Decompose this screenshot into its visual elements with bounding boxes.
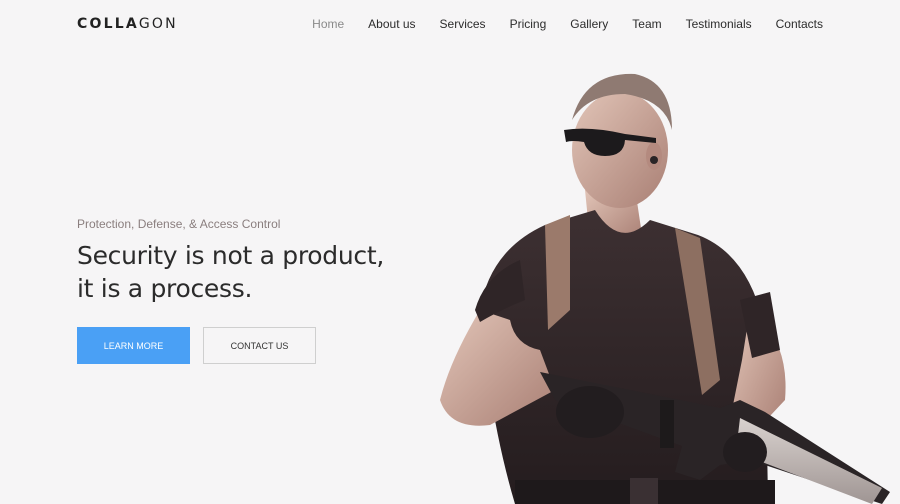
top-navigation: COLLAGON Home About us Services Pricing … xyxy=(0,0,900,48)
contact-us-button[interactable]: CONTACT US xyxy=(203,327,316,364)
logo-text-thin: GON xyxy=(138,16,178,32)
nav-item-home[interactable]: Home xyxy=(312,17,344,31)
nav-item-team[interactable]: Team xyxy=(632,17,661,31)
nav-item-testimonials[interactable]: Testimonials xyxy=(686,17,752,31)
nav-item-pricing[interactable]: Pricing xyxy=(510,17,547,31)
nav-item-about-us[interactable]: About us xyxy=(368,17,415,31)
learn-more-button[interactable]: LEARN MORE xyxy=(77,327,190,364)
hero-section: Protection, Defense, & Access Control Se… xyxy=(77,217,384,305)
security-guard-image xyxy=(440,73,890,504)
logo-text-bold: COLLA xyxy=(77,16,139,32)
nav-item-gallery[interactable]: Gallery xyxy=(570,17,608,31)
hero-headline: Security is not a product, it is a proce… xyxy=(77,239,384,305)
nav-item-contacts[interactable]: Contacts xyxy=(776,17,823,31)
headline-line-2: it is a process. xyxy=(77,274,253,303)
nav-item-services[interactable]: Services xyxy=(440,17,486,31)
main-menu: Home About us Services Pricing Gallery T… xyxy=(288,17,823,31)
brand-logo[interactable]: COLLAGON xyxy=(77,16,178,32)
hero-kicker: Protection, Defense, & Access Control xyxy=(77,217,281,231)
headline-line-1: Security is not a product, xyxy=(77,241,384,270)
